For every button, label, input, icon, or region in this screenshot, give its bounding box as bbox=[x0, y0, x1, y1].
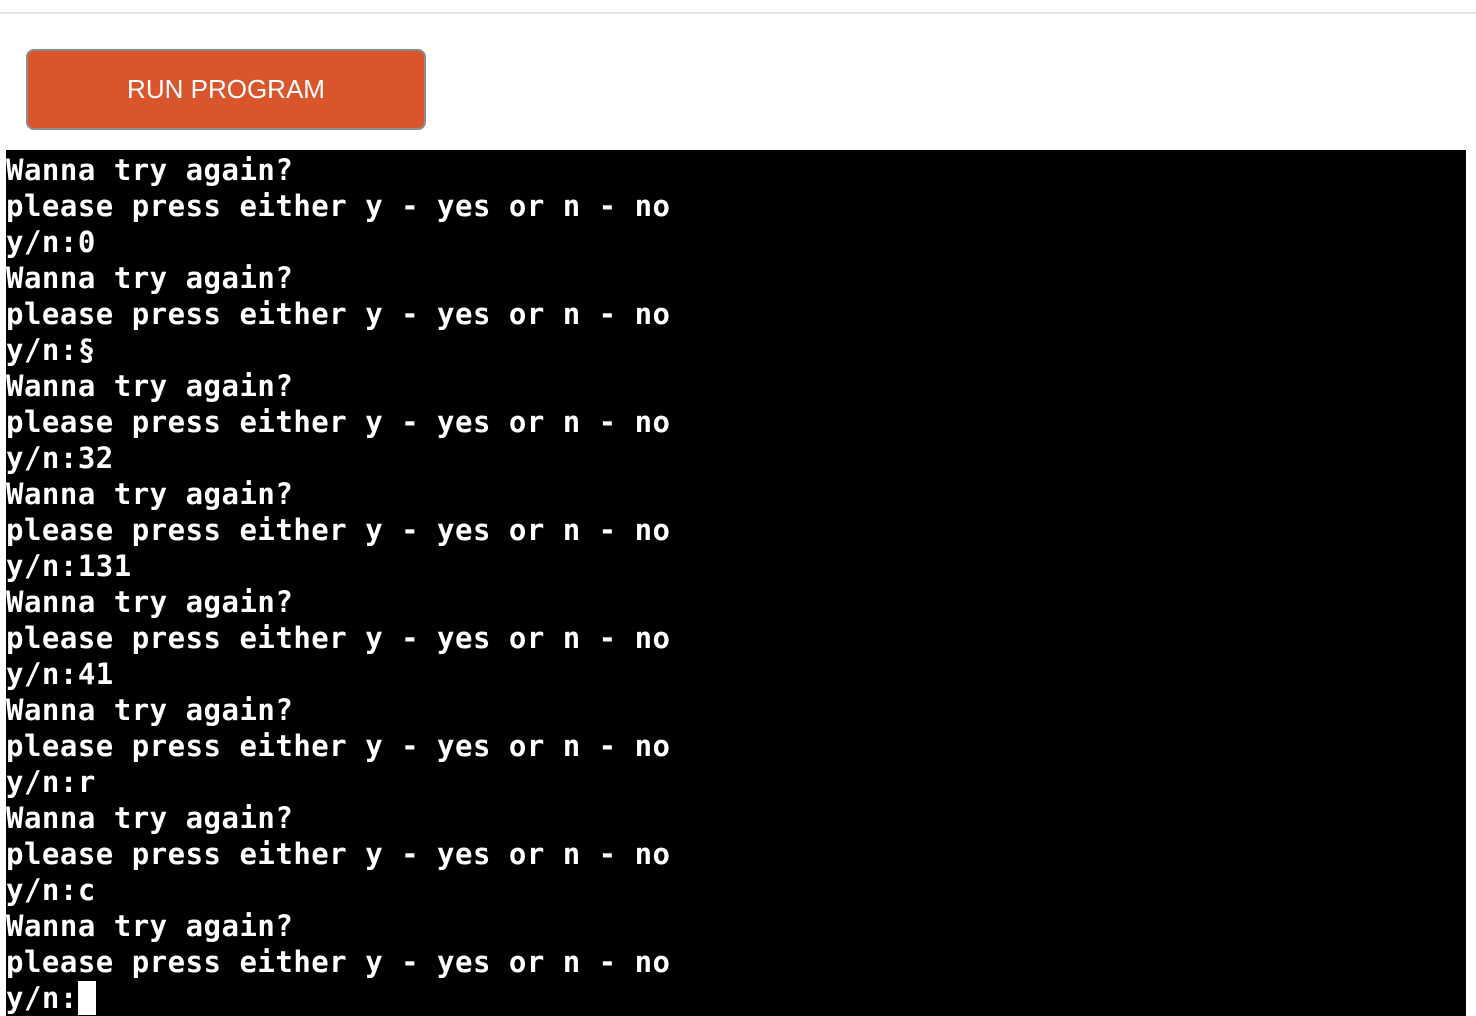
terminal-line: please press either y - yes or n - no bbox=[6, 405, 671, 439]
terminal-line: y/n:0 bbox=[6, 225, 96, 259]
terminal-line: y/n:41 bbox=[6, 657, 114, 691]
terminal-line: Wanna try again? bbox=[6, 585, 294, 619]
terminal-line: Wanna try again? bbox=[6, 153, 294, 187]
terminal-line: please press either y - yes or n - no bbox=[6, 837, 671, 871]
run-program-button[interactable]: RUN PROGRAM bbox=[26, 49, 426, 130]
terminal-line: please press either y - yes or n - no bbox=[6, 297, 671, 331]
terminal-line: please press either y - yes or n - no bbox=[6, 189, 671, 223]
terminal-line: please press either y - yes or n - no bbox=[6, 621, 671, 655]
terminal-line: please press either y - yes or n - no bbox=[6, 945, 671, 979]
terminal-line: Wanna try again? bbox=[6, 693, 294, 727]
terminal-lines: Wanna try again? please press either y -… bbox=[6, 152, 671, 1016]
terminal-line: y/n:r bbox=[6, 765, 96, 799]
terminal-line: Wanna try again? bbox=[6, 261, 294, 295]
terminal-line: Wanna try again? bbox=[6, 477, 294, 511]
terminal-line: please press either y - yes or n - no bbox=[6, 513, 671, 547]
terminal-line: y/n:§ bbox=[6, 333, 96, 367]
terminal-line: Wanna try again? bbox=[6, 369, 294, 403]
terminal-line: y/n:131 bbox=[6, 549, 132, 583]
terminal-line: Wanna try again? bbox=[6, 801, 294, 835]
terminal-line: Wanna try again? bbox=[6, 909, 294, 943]
terminal-line: y/n:c bbox=[6, 873, 96, 907]
terminal-line: please press either y - yes or n - no bbox=[6, 729, 671, 763]
terminal-output[interactable]: Wanna try again? please press either y -… bbox=[6, 150, 1466, 1016]
terminal-line: y/n:32 bbox=[6, 441, 114, 475]
terminal-prompt: y/n: bbox=[6, 981, 78, 1015]
top-divider bbox=[0, 12, 1476, 14]
text-cursor bbox=[77, 981, 96, 1015]
terminal-prompt-line[interactable]: y/n: bbox=[6, 980, 671, 1016]
